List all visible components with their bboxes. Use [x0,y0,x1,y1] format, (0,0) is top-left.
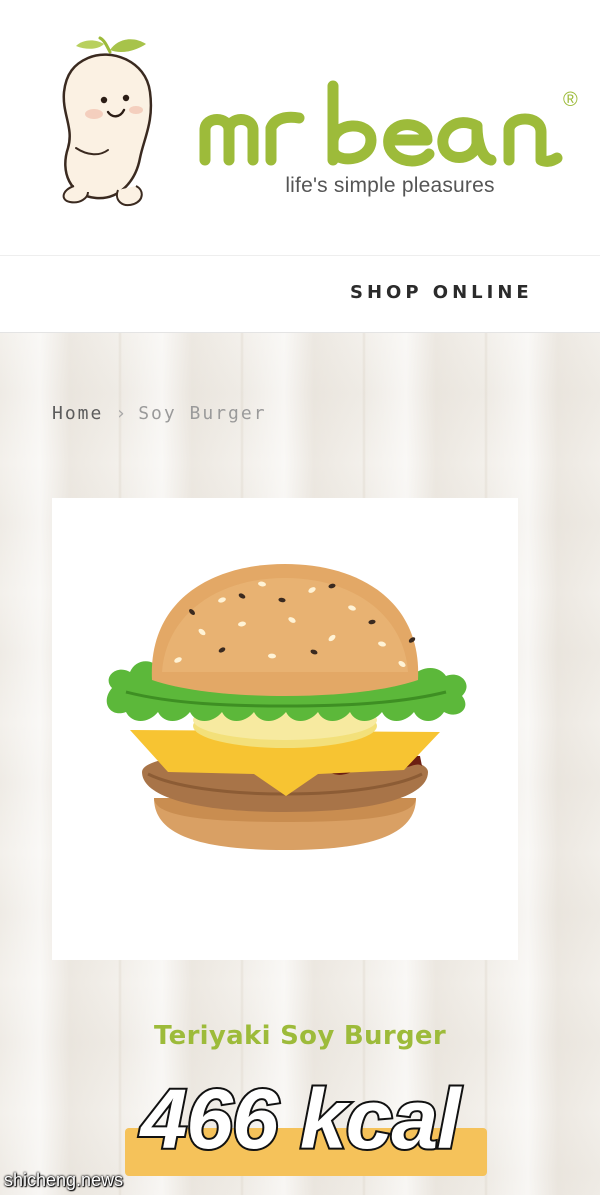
main-nav-bar: SHOP ONLINE [0,255,600,333]
bean-mascot-logo[interactable] [48,30,178,215]
source-watermark: shicheng.news [4,1170,124,1190]
brand-tagline: life's simple pleasures [285,174,495,197]
breadcrumb-home-link[interactable]: Home [52,403,103,424]
product-page-content: Home › Soy Burger Teriyaki Soy Burger 46… [0,333,600,1195]
site-header: ® life's simple pleasures [0,0,600,255]
breadcrumb: Home › Soy Burger [52,403,267,424]
product-name: Teriyaki Soy Burger [154,1021,446,1051]
calorie-count: 466 kcal [139,1070,463,1168]
shop-online-link[interactable]: SHOP ONLINE [350,282,533,303]
product-image-card [52,498,518,960]
svg-text:®: ® [563,89,578,111]
mr-bean-wordmark: ® [199,80,578,167]
breadcrumb-current-page: Soy Burger [138,403,267,424]
burger-image [106,564,467,850]
breadcrumb-separator: › [115,403,129,424]
